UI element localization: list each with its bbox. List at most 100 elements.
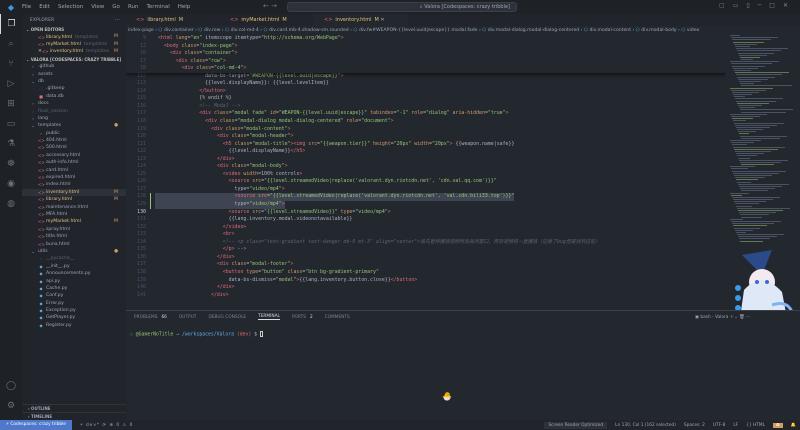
copilot-status-icon[interactable]: ✿ (773, 422, 783, 428)
code-line[interactable]: 113 {{level.displayName}}: {{level.level… (126, 80, 726, 88)
account-icon[interactable]: ◯ (0, 376, 22, 396)
panel-tab-problems[interactable]: PROBLEMS 66 (134, 315, 167, 320)
encoding[interactable]: UTF-8 (713, 423, 726, 428)
breadcrumb-item[interactable]: div.col-md-4 (231, 28, 259, 33)
menu-item-view[interactable]: View (91, 4, 104, 10)
menu-item-file[interactable]: File (22, 4, 31, 10)
menu-item-run[interactable]: Run (128, 4, 139, 10)
breadcrumb-item[interactable]: div.modal-body (641, 28, 676, 33)
explorer-icon[interactable]: ❐ (0, 14, 22, 34)
file-item[interactable]: <> spray.html (22, 226, 126, 233)
menu-item-terminal[interactable]: Terminal (146, 4, 169, 10)
file-item[interactable]: ◆ Register.py (22, 322, 126, 329)
branch-indicator[interactable]: ⑂ dev* (80, 423, 100, 428)
code-line[interactable]: 139 data-bs-dismiss="modal">{{lang.inven… (126, 277, 726, 285)
open-editor-item[interactable]: ✕ <> inventory.html templates M (22, 48, 126, 55)
copilot-icon[interactable]: ◍ (0, 194, 22, 214)
remote-explorer-icon[interactable]: ▭ (0, 114, 22, 134)
code-line[interactable]: 128 <source src="{{level.streamedVideo|r… (126, 193, 726, 202)
file-item[interactable]: ◆ api.py (22, 278, 126, 285)
folder-item[interactable]: ⌄ utils ● (22, 248, 126, 255)
extensions-icon[interactable]: ⊞ (0, 94, 22, 114)
panel-tab-debug-console[interactable]: DEBUG CONSOLE (208, 315, 246, 320)
code-line[interactable]: 132 </video> (126, 224, 726, 232)
code-line[interactable]: 12 <body class="index-page"> (126, 43, 726, 51)
file-item[interactable]: ◆ Exception.py (22, 307, 126, 314)
code-line[interactable]: 135 </p> --> (126, 246, 726, 254)
folder-item[interactable]: › lang (22, 115, 126, 122)
new-terminal-icon[interactable]: ＋⌄ (730, 315, 739, 320)
code-line[interactable]: 114 </button> (126, 88, 726, 96)
file-item[interactable]: <> inventory.html M (22, 188, 126, 197)
command-center-search[interactable]: ⌕ Valora [Codespaces: crazy tribble] (287, 2, 517, 12)
file-item[interactable]: <> expired.html (22, 174, 126, 181)
file-item[interactable]: <> title.html (22, 233, 126, 240)
breadcrumb-item[interactable]: div.modal-dialog.modal-dialog-centered (488, 28, 579, 33)
tab-inventory[interactable]: <> inventory.html M ✕ (314, 14, 408, 26)
trash-icon[interactable]: 🗑 (739, 315, 746, 320)
github-icon[interactable]: ◉ (0, 174, 22, 194)
screen-reader-indicator[interactable]: Screen Reader Optimized (544, 421, 608, 429)
file-item[interactable]: ■ data.db (22, 93, 126, 100)
code-line[interactable]: 127 type="video/mp4"> (126, 186, 726, 194)
notifications-icon[interactable]: 🔔 (791, 423, 796, 428)
file-item[interactable]: ◆ GetPlayer.py (22, 314, 126, 321)
window-controls[interactable]: ▢▭▯─□✕ (719, 2, 796, 9)
file-item[interactable]: <> myMarket.html M (22, 218, 126, 225)
panel-tab-comments[interactable]: COMMENTS (325, 315, 350, 320)
code-line[interactable]: 9 <html lang="en" itemscope itemtype="htt… (126, 35, 726, 43)
terminal-name[interactable]: bash - Valora (700, 315, 728, 320)
code-line[interactable]: 136 </div> (126, 254, 726, 262)
panel-tab-ports[interactable]: PORTS 2 (292, 315, 313, 320)
indentation[interactable]: Spaces: 2 (684, 423, 705, 428)
folder-item[interactable]: ⌄ db (22, 78, 126, 85)
more-icon[interactable]: ··· (746, 315, 750, 320)
code-line[interactable]: 17 <div class="row"> (126, 58, 726, 66)
eol[interactable]: LF (733, 423, 738, 428)
folder-item[interactable]: › __pycache__ (22, 255, 126, 262)
breadcrumb-item[interactable]: index-page (128, 28, 154, 33)
menu-item-help[interactable]: Help (178, 4, 191, 10)
code-line[interactable]: 18 <div class="col-md-4"> (126, 65, 726, 73)
problems-indicator[interactable]: ⊗ 0 ⚠ 0 (109, 423, 133, 428)
file-item[interactable]: ◌ .gitkeep (22, 85, 126, 92)
open-editor-item[interactable]: <> myMarket.html templates M (22, 41, 126, 48)
folder-item[interactable]: ⌄ templates ● (22, 122, 126, 129)
remote-indicator[interactable]: ⚡ Codespaces: crazy tribble (0, 420, 72, 430)
run-debug-icon[interactable]: ▷ (0, 74, 22, 94)
panel-tab-terminal[interactable]: TERMINAL (258, 314, 280, 320)
nav-arrows[interactable]: ← → (263, 2, 277, 10)
gear-icon[interactable]: ⚙ (0, 396, 22, 416)
code-line[interactable]: 116 <!-- Modal --> (126, 103, 726, 111)
file-item[interactable]: <> 500.html (22, 144, 126, 151)
code-line[interactable]: 115 {% endif %} (126, 95, 726, 103)
file-item[interactable]: <> auth-info.html (22, 159, 126, 166)
menu-item-edit[interactable]: Edit (39, 4, 50, 10)
open-editor-item[interactable]: <> library.html templates M (22, 34, 126, 41)
code-line[interactable]: 121 <h5 class="modal-title"><img src="{{… (126, 141, 726, 149)
code-line[interactable]: 129 type="video/mp4"> (126, 201, 726, 209)
source-control-icon[interactable]: ⑂ (0, 54, 22, 74)
code-line[interactable]: 119 <div class="modal-content"> (126, 126, 726, 134)
workspace-header[interactable]: ⌄ VALORA [CODESPACES: CRAZY TRIBBLE] (22, 56, 126, 64)
folder-item[interactable]: › .github (22, 63, 126, 70)
code-line[interactable]: 112 data-bs-target="#WEAPON-{{level.uuid… (126, 73, 726, 81)
code-line[interactable]: 131 {{lang.inventory.modal.videonotavail… (126, 216, 726, 224)
code-line[interactable]: 118 <div class="modal-dialog modal-dialo… (126, 118, 726, 126)
folder-item[interactable]: › public (22, 130, 126, 137)
file-item[interactable]: ◆ Error.py (22, 300, 126, 307)
cursor-position[interactable]: Ln 130, Col 1 (162 selected) (615, 423, 676, 428)
file-item[interactable]: ◆ Announcements.py (22, 270, 126, 277)
code-line[interactable]: 16 <div class="container"> (126, 50, 726, 58)
file-item[interactable]: ◆ Conf.py (22, 292, 126, 299)
file-item[interactable]: <> 404.html (22, 137, 126, 144)
breadcrumb-item[interactable]: video (687, 28, 700, 33)
timeline-section[interactable]: › TIMELINE (22, 412, 126, 420)
code-line[interactable]: 133 <br> (126, 231, 726, 239)
breadcrumb-item[interactable]: div.fw#WEAPON-{{level.uuid|escape}}.moda… (359, 28, 478, 33)
code-line[interactable]: 126 <source src="{{level.streamedVideo|r… (126, 178, 726, 186)
code-line[interactable]: 117 <div class="modal fade" id="WEAPON-{… (126, 110, 726, 118)
code-line[interactable]: 138 <button type="button" class="btn bg-… (126, 269, 726, 277)
code-line[interactable]: 134 <!-- <p class="text-gradient text-da… (126, 239, 726, 247)
file-item[interactable]: <> accessory.html (22, 152, 126, 159)
